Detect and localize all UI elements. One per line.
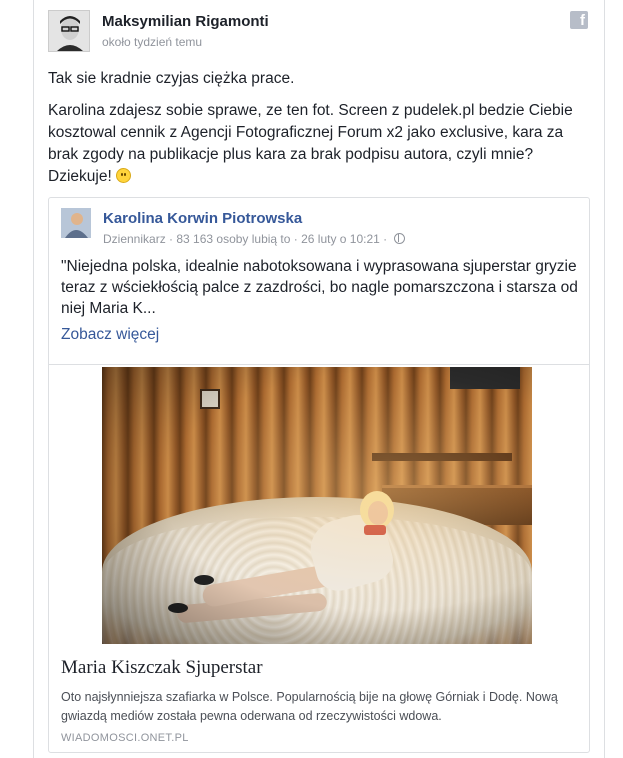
shared-author-name[interactable]: Karolina Korwin Piotrowska <box>103 210 302 227</box>
globe-icon <box>393 233 405 244</box>
shared-post[interactable]: Karolina Korwin Piotrowska Dziennikarz ·… <box>48 197 590 753</box>
author-name[interactable]: Maksymilian Rigamonti <box>102 13 269 30</box>
link-preview-card[interactable]: Maria Kiszczak Sjuperstar Oto najsłynnie… <box>49 364 589 752</box>
facebook-post: Maksymilian Rigamonti około tydzień temu… <box>33 0 605 758</box>
post-paragraph: Tak sie kradnie czyjas ciężka prace. <box>48 70 295 87</box>
person-icon <box>61 208 91 238</box>
shared-meta-text: Dziennikarz · 83 163 osoby lubią to · 26… <box>103 232 388 246</box>
facebook-icon[interactable]: f <box>570 11 588 29</box>
smile-emoji-icon <box>116 168 132 183</box>
post-body: Tak sie kradnie czyjas ciężka prace. Kar… <box>48 68 594 198</box>
shared-text: "Niejedna polska, idealnie nabotoksowana… <box>61 258 578 317</box>
article-description: Oto najsłynniejsza szafiarka w Polsce. P… <box>61 690 558 723</box>
person-icon <box>49 11 89 51</box>
shared-author-avatar[interactable] <box>61 208 91 238</box>
shared-meta: Dziennikarz · 83 163 osoby lubią to · 26… <box>103 232 405 246</box>
article-title[interactable]: Maria Kiszczak Sjuperstar <box>61 657 263 679</box>
see-more-link[interactable]: Zobacz więcej <box>61 326 159 344</box>
author-avatar[interactable] <box>48 10 90 52</box>
post-timestamp[interactable]: około tydzień temu <box>102 35 202 49</box>
post-paragraph: Karolina zdajesz sobie sprawe, ze ten fo… <box>48 100 594 188</box>
article-domain: WIADOMOSCI.ONET.PL <box>61 732 189 744</box>
article-photo[interactable] <box>102 367 532 644</box>
vignette <box>102 367 532 644</box>
